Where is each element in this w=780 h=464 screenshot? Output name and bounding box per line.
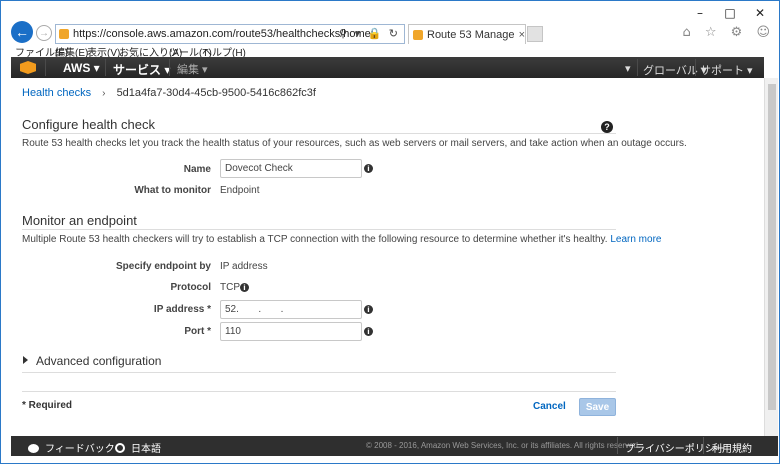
name-input[interactable] — [220, 159, 362, 178]
site-favicon-icon — [59, 29, 69, 39]
endpoint-title: Monitor an endpoint — [22, 213, 137, 228]
language-selector[interactable]: 日本語 — [115, 440, 161, 455]
language-label: 日本語 — [131, 444, 161, 455]
port-info-icon[interactable]: i — [364, 327, 373, 336]
cancel-button[interactable]: Cancel — [533, 401, 566, 412]
services-menu[interactable]: サービス ▾ — [113, 61, 170, 78]
aws-menu[interactable]: AWS ▾ — [63, 61, 100, 75]
advanced-configuration-toggle[interactable]: Advanced configuration — [23, 354, 161, 368]
protocol-info-icon[interactable]: i — [240, 283, 249, 292]
copyright-text: © 2008 - 2016, Amazon Web Services, Inc.… — [366, 441, 641, 450]
save-button[interactable]: Save — [579, 398, 616, 416]
configure-title: Configure health check — [22, 117, 155, 132]
divider — [22, 391, 616, 392]
feedback-button[interactable]: フィードバック — [28, 440, 115, 455]
learn-more-link[interactable]: Learn more — [610, 234, 661, 245]
footer-divider — [703, 437, 704, 454]
maximize-button[interactable]: □ — [715, 5, 745, 21]
ip-address-label: IP address * — [153, 304, 211, 315]
main-content: Health checks › 5d1a4fa7-30d4-45cb-9500-… — [11, 78, 764, 436]
address-tools-icons[interactable]: ⚲ ▾ 🔒 ↻ — [339, 27, 400, 40]
scrollbar-thumb[interactable] — [768, 84, 776, 410]
help-icon[interactable]: ? — [601, 121, 613, 133]
nav-divider — [169, 59, 170, 76]
terms-link[interactable]: 利用規約 — [712, 440, 752, 455]
nav-divider — [695, 59, 696, 76]
speech-bubble-icon — [28, 444, 39, 453]
required-note: * Required — [22, 400, 73, 411]
new-tab-button[interactable] — [527, 26, 543, 42]
configure-description: Route 53 health checks let you track the… — [22, 138, 687, 149]
caret-right-icon — [23, 356, 28, 364]
address-bar[interactable]: https://console.aws.amazon.com/route53/h… — [55, 24, 405, 44]
port-label: Port * — [184, 326, 211, 337]
edit-menu[interactable]: 編集 ▾ — [177, 61, 208, 77]
close-window-button[interactable]: ✕ — [745, 5, 775, 21]
aws-logo-icon[interactable] — [20, 61, 36, 74]
name-label: Name — [183, 164, 211, 175]
specify-endpoint-value: IP address — [220, 261, 268, 272]
footer-divider — [617, 437, 618, 454]
endpoint-description: Multiple Route 53 health checkers will t… — [22, 234, 661, 245]
divider — [22, 372, 616, 373]
what-to-monitor-value: Endpoint — [220, 185, 260, 196]
name-info-icon[interactable]: i — [364, 164, 373, 173]
ip-info-icon[interactable]: i — [364, 305, 373, 314]
console-footer: フィードバック 日本語 © 2008 - 2016, Amazon Web Se… — [11, 436, 778, 456]
region-menu[interactable]: グローバル ▾ — [643, 62, 706, 78]
advanced-configuration-label: Advanced configuration — [36, 354, 162, 368]
protocol-value: TCP — [220, 282, 240, 293]
menu-bar: ファイル(F) 編集(E) 表示(V) お気に入り(A) ツール(T) ヘルプ(… — [1, 45, 779, 59]
forward-button[interactable]: → — [36, 25, 52, 41]
nav-divider — [105, 59, 106, 76]
divider — [22, 133, 616, 134]
title-bar: – □ ✕ — [1, 1, 779, 23]
vertical-scrollbar[interactable] — [764, 78, 778, 436]
ip-address-input[interactable] — [220, 300, 362, 319]
endpoint-description-text: Multiple Route 53 health checkers will t… — [22, 234, 608, 245]
aws-top-nav: AWS ▾ サービス ▾ 編集 ▾ ▾ グローバル ▾ サポート ▾ — [11, 57, 764, 78]
back-button[interactable]: ← — [11, 21, 33, 43]
divider — [22, 229, 616, 230]
browser-toolbar-icons[interactable]: ⌂ ☆ ⚙ ☺ — [682, 25, 775, 40]
feedback-label: フィードバック — [45, 444, 115, 455]
support-menu[interactable]: サポート ▾ — [700, 62, 753, 78]
privacy-policy-link[interactable]: プライバシーポリシー — [625, 440, 725, 455]
url-text[interactable]: https://console.aws.amazon.com/route53/h… — [73, 28, 373, 40]
breadcrumb-current: 5d1a4fa7-30d4-45cb-9500-5416c862fc3f — [116, 87, 316, 99]
globe-icon — [115, 443, 125, 453]
tab-title: Route 53 Management Con... — [427, 28, 515, 41]
port-input[interactable] — [220, 322, 362, 341]
browser-window: – □ ✕ ← → https://console.aws.amazon.com… — [0, 0, 780, 464]
tab-favicon-icon — [413, 29, 423, 40]
notifications-menu[interactable]: ▾ — [625, 62, 631, 75]
tab-route53[interactable]: Route 53 Management Con... × — [408, 24, 526, 44]
minimize-button[interactable]: – — [685, 5, 715, 21]
breadcrumb: Health checks › 5d1a4fa7-30d4-45cb-9500-… — [22, 87, 316, 99]
breadcrumb-health-checks[interactable]: Health checks — [22, 87, 91, 99]
address-row: ← → https://console.aws.amazon.com/route… — [1, 21, 779, 45]
nav-divider — [45, 59, 46, 76]
tab-close-icon[interactable]: × — [519, 29, 525, 41]
breadcrumb-separator: › — [102, 88, 106, 99]
nav-divider — [637, 59, 638, 76]
protocol-label: Protocol — [170, 282, 211, 293]
what-to-monitor-label: What to monitor — [134, 185, 211, 196]
specify-endpoint-label: Specify endpoint by — [115, 261, 211, 272]
